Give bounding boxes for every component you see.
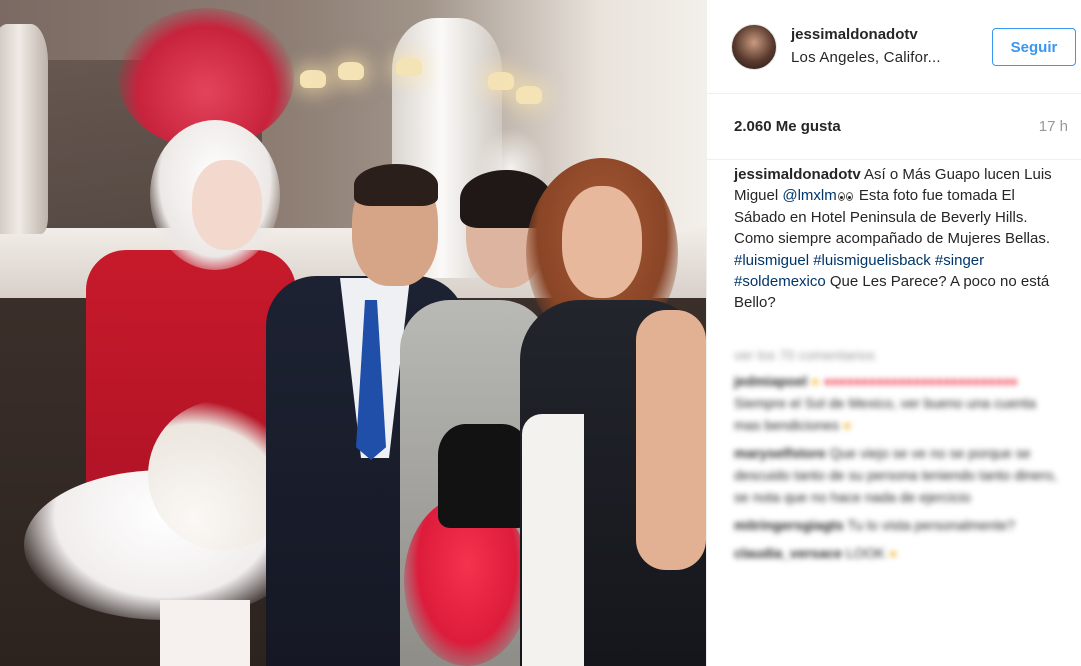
comment-username[interactable]: jedmiapoel [734, 373, 807, 389]
comment-username[interactable]: maryselfstore [734, 445, 826, 461]
person-black-dress-arm [636, 310, 706, 570]
follow-button[interactable]: Seguir [992, 28, 1076, 66]
post-header: jessimaldonadotv Los Angeles, Califor...… [707, 0, 1081, 94]
photo-lamp [338, 62, 364, 80]
caption-username[interactable]: jessimaldonadotv [734, 166, 861, 183]
smile-emoji-icon: ● [811, 373, 820, 389]
caption-mention[interactable]: @lmxlm [782, 187, 836, 204]
post-timestamp[interactable]: 17 h [1039, 118, 1068, 135]
comment-username[interactable]: claudia_versace [734, 545, 842, 561]
comment-item: maryselfstore Que viejo se ve no se porq… [734, 442, 1064, 508]
smile-emoji-icon: ● [842, 417, 852, 433]
likes-row: 2.060 Me gusta 17 h [707, 94, 1081, 160]
comment-item: claudia_versace LOOK ● [734, 542, 1064, 564]
comment-text: Siempre el Sol de Mexico, ver bueno una … [734, 395, 1036, 433]
smile-emoji-icon: ● [888, 545, 898, 561]
photo-lamp [396, 58, 422, 76]
person-suit-hair [354, 164, 438, 206]
comment-item: jedmiapoel ● ●●●●●●●●●●●●●●●●●●●●●●●●●● … [734, 370, 1064, 436]
comment-text: Tu lo vista personalmente? [847, 517, 1015, 533]
eyes-emoji-icon [837, 185, 854, 206]
person-black-dress-face [562, 186, 642, 298]
photo-vase-left [0, 24, 48, 234]
comment-text: LOOK [846, 545, 885, 561]
person-red-costume-face [192, 160, 262, 250]
comment-username[interactable]: mitringersgiagts [734, 517, 844, 533]
person-flapper-bag [438, 424, 530, 528]
hearts-emoji-icon: ●●●●●●●●●●●●●●●●●●●●●●●●●● [823, 373, 1018, 389]
comments-list: ver los 70 comentarios jedmiapoel ● ●●●●… [734, 340, 1064, 570]
person-red-costume-legs [160, 600, 250, 666]
post-caption: jessimaldonadotv Así o Más Guapo lucen L… [734, 164, 1064, 314]
photo-lamp [488, 72, 514, 90]
comment-item: mitringersgiagts Tu lo vista personalmen… [734, 514, 1064, 536]
see-all-comments-link[interactable]: ver los 70 comentarios [734, 340, 1064, 370]
post-username[interactable]: jessimaldonadotv [791, 26, 918, 43]
post-side-panel: jessimaldonadotv Los Angeles, Califor...… [706, 0, 1081, 666]
person-black-dress-panel [522, 414, 584, 666]
post-location[interactable]: Los Angeles, Califor... [791, 49, 941, 66]
photo-lamp [516, 86, 542, 104]
profile-avatar[interactable] [731, 24, 777, 70]
likes-count[interactable]: 2.060 Me gusta [734, 118, 841, 135]
photo-lamp [300, 70, 326, 88]
post-photo[interactable] [0, 0, 706, 666]
